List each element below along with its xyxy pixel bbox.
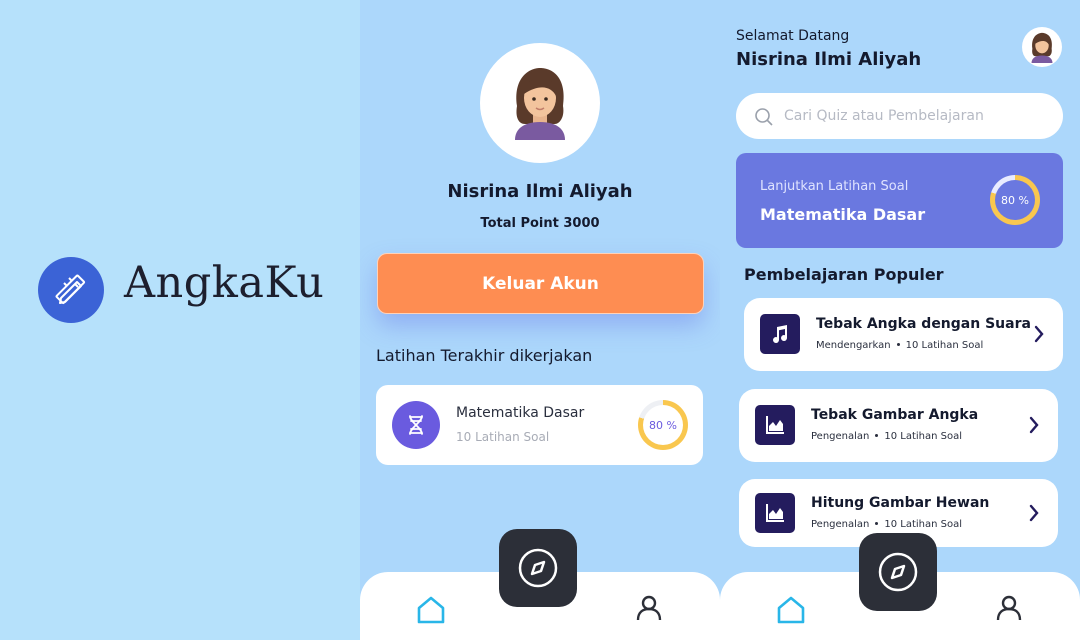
user-icon[interactable] xyxy=(633,592,665,624)
progress-ring: 80 % xyxy=(638,400,688,450)
user-name: Nisrina Ilmi Aliyah xyxy=(736,49,922,70)
recent-section-title: Latihan Terakhir dikerjakan xyxy=(376,346,593,365)
avatar xyxy=(480,43,600,163)
girl-avatar-icon xyxy=(515,68,565,140)
course-title: Tebak Gambar Angka xyxy=(811,407,979,423)
total-points: Total Point 3000 xyxy=(480,216,600,231)
area-chart-icon xyxy=(755,405,795,445)
compass-icon xyxy=(878,552,918,592)
course-meta: Pengenalan 10 Latihan Soal xyxy=(811,519,962,530)
search-input[interactable]: Cari Quiz atau Pembelajaran xyxy=(736,93,1063,139)
course-category: Mendengarkan xyxy=(816,340,891,351)
course-count: 10 Latihan Soal xyxy=(884,519,963,530)
course-card[interactable]: Tebak Gambar Angka Pengenalan 10 Latihan … xyxy=(739,389,1058,462)
chevron-right-icon xyxy=(1034,325,1044,343)
course-title: Tebak Angka dengan Suara xyxy=(816,316,1031,332)
dna-icon xyxy=(392,401,440,449)
progress-label: 80 % xyxy=(643,405,683,445)
explore-button[interactable] xyxy=(859,533,937,611)
course-card[interactable]: Tebak Angka dengan Suara Mendengarkan 10 … xyxy=(744,298,1063,371)
girl-avatar-icon xyxy=(1031,32,1053,63)
home-panel: Selamat Datang Nisrina Ilmi Aliyah Cari … xyxy=(720,0,1080,640)
profile-name: Nisrina Ilmi Aliyah xyxy=(447,181,633,202)
avatar[interactable] xyxy=(1022,27,1062,67)
logout-button[interactable]: Keluar Akun xyxy=(377,253,704,314)
course-category: Pengenalan xyxy=(811,431,870,442)
course-meta: Mendengarkan 10 Latihan Soal xyxy=(816,340,983,351)
course-count: 10 Latihan Soal xyxy=(884,431,963,442)
search-placeholder: Cari Quiz atau Pembelajaran xyxy=(784,108,984,124)
profile-panel: Nisrina Ilmi Aliyah Total Point 3000 Kel… xyxy=(360,0,720,640)
search-icon xyxy=(755,108,773,126)
chevron-right-icon xyxy=(1029,416,1039,434)
popular-section-title: Pembelajaran Populer xyxy=(744,265,944,284)
chevron-right-icon xyxy=(1029,504,1039,522)
recent-card-subtitle: 10 Latihan Soal xyxy=(456,430,550,444)
compass-icon xyxy=(518,548,558,588)
greeting: Selamat Datang xyxy=(736,28,850,44)
progress-ring: 80 % xyxy=(990,175,1040,225)
course-category: Pengenalan xyxy=(811,519,870,530)
home-icon[interactable] xyxy=(775,594,807,626)
explore-button[interactable] xyxy=(499,529,577,607)
area-chart-icon xyxy=(755,493,795,533)
music-note-icon xyxy=(760,314,800,354)
continue-title: Matematika Dasar xyxy=(760,205,926,224)
progress-label: 80 % xyxy=(995,180,1035,220)
brand-name: AngkaKu xyxy=(124,258,325,308)
brand-panel: AngkaKu xyxy=(0,0,360,640)
recent-practice-card[interactable]: Matematika Dasar 10 Latihan Soal 80 % xyxy=(376,385,703,465)
home-icon[interactable] xyxy=(415,594,447,626)
continue-practice-card[interactable]: Lanjutkan Latihan Soal Matematika Dasar … xyxy=(736,153,1063,248)
pencil-ruler-icon xyxy=(38,257,104,323)
continue-label: Lanjutkan Latihan Soal xyxy=(760,179,909,194)
recent-card-title: Matematika Dasar xyxy=(456,405,585,421)
user-icon[interactable] xyxy=(993,592,1025,624)
course-title: Hitung Gambar Hewan xyxy=(811,495,990,511)
course-count: 10 Latihan Soal xyxy=(905,340,984,351)
course-meta: Pengenalan 10 Latihan Soal xyxy=(811,431,962,442)
